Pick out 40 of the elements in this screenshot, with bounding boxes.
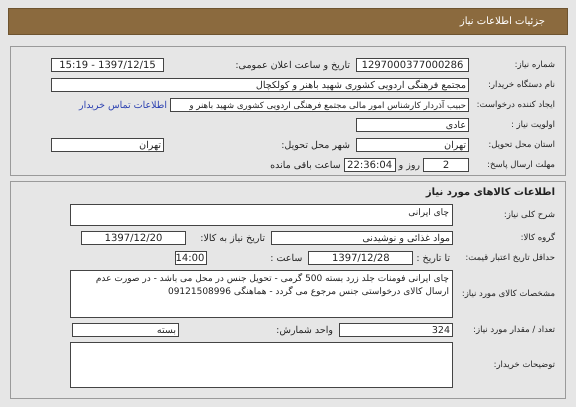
province-field: تهران <box>356 138 469 152</box>
field-label: اولویت نیاز : <box>510 120 556 130</box>
field-label: استان محل تحویل: <box>487 140 556 150</box>
quantity-field: 324 <box>339 323 453 337</box>
field-label: حداقل تاریخ اعتبار قیمت: <box>464 253 556 263</box>
field-label: تعداد / مقدار مورد نیاز: <box>472 325 556 335</box>
field-label: توضیحات خریدار: <box>492 360 556 370</box>
field-label: واحد شمارش: <box>275 324 334 336</box>
time-suffix: ساعت باقی مانده <box>269 160 342 170</box>
field-label: تاریخ نیاز به کالا: <box>199 232 266 244</box>
need-number-field: 1297000377000286 <box>356 58 469 72</box>
field-label: مشخصات کالای مورد نیاز: <box>460 289 556 299</box>
need-date-field: 1397/12/20 <box>81 231 186 245</box>
field-label: شرح کلی نیاز: <box>502 210 556 220</box>
goods-group-field: مواد غذائی و نوشیدنی <box>271 231 453 245</box>
section-title: اطلاعات کالاهای مورد نیاز <box>424 186 556 200</box>
specs-field: چای ایرانی فومنات جلد زرد بسته 500 گرمی - تحویل جنس در محل می باشد - در صورت عدم ارسال کالای درخواستی جنس مرجوع می گردد - هماهنگی 09121508996 <box>70 270 453 318</box>
summary-field: چای ایرانی <box>70 204 453 226</box>
buyer-org-field: مجتمع فرهنگی اردویی کشوری شهید باهنر و کولکچال <box>51 78 469 92</box>
field-label: شهر محل تحویل: <box>280 140 351 150</box>
field-label: شماره نیاز: <box>514 60 556 70</box>
field-label: مهلت ارسال پاسخ: <box>486 160 556 170</box>
priority-field: عادی <box>356 118 469 132</box>
page-title: جزئیات اطلاعات نیاز <box>460 16 545 27</box>
validity-date-field: 1397/12/28 <box>308 251 414 265</box>
days-suffix: روز و <box>397 160 421 170</box>
requester-field: حبیب آذردار کارشناس امور مالی مجتمع فرهنگی اردویی کشوری شهید باهنر و <box>170 98 469 112</box>
validity-time-field: 14:00 <box>175 251 208 265</box>
field-label: تا تاریخ : <box>415 252 451 264</box>
field-label: گروه کالا: <box>520 233 556 243</box>
announce-date-field: 1397/12/15 - 15:19 <box>51 58 164 72</box>
field-label: تاریخ و ساعت اعلان عمومی: <box>234 60 351 70</box>
buyer-contact-link[interactable]: اطلاعات تماس خریدار <box>78 100 167 110</box>
field-label: نام دستگاه خریدار: <box>487 80 556 90</box>
field-label: ساعت : <box>269 252 304 264</box>
days-field: 2 <box>423 158 469 172</box>
unit-field: بسته <box>72 323 179 337</box>
field-label: ایجاد کننده درخواست: <box>476 100 556 110</box>
city-field: تهران <box>51 138 164 152</box>
time-field: 22:36:04 <box>344 158 396 172</box>
